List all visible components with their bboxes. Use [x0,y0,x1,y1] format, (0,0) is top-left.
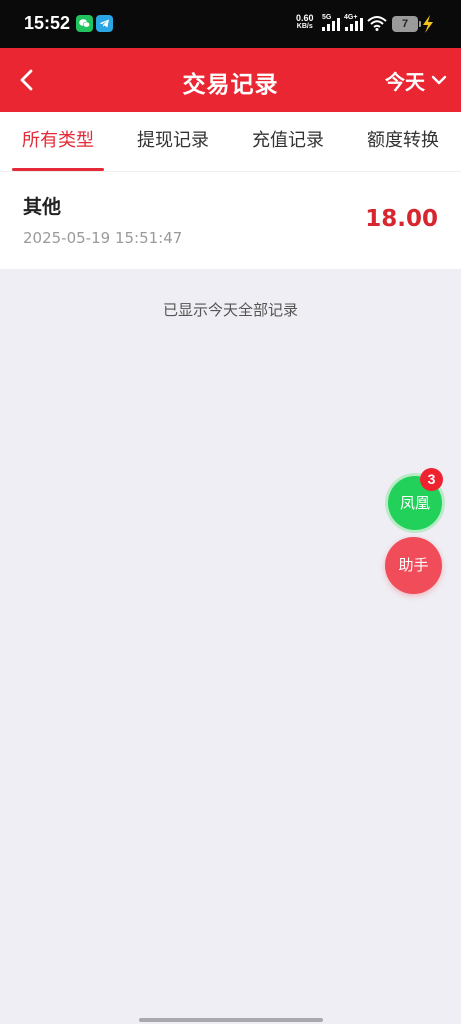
tab-deposit-records[interactable]: 充值记录 [242,112,334,172]
tab-quota-transfer[interactable]: 额度转换 [357,112,449,172]
status-bar: 15:52 0.60 KB/s 5G 4G+ 7 [0,0,461,48]
status-time: 15:52 [24,13,71,33]
record-type-tabs: 所有类型 提现记录 充值记录 额度转换 [0,112,461,172]
network-speed: 0.60 KB/s [296,14,314,31]
signal-icon [322,18,340,31]
tab-all-types[interactable]: 所有类型 [12,112,104,172]
date-filter-label: 今天 [385,69,425,94]
list-item[interactable]: 其他 2025-05-19 15:51:47 18.00 [0,172,461,269]
network-speed-value: 0.60 [296,13,314,23]
notification-badge: 3 [420,468,443,491]
date-filter-dropdown[interactable]: 今天 [385,66,447,94]
app-header: 交易记录 今天 [0,48,461,112]
record-time: 2025-05-19 15:51:47 [23,229,183,247]
transaction-records-page: 15:52 0.60 KB/s 5G 4G+ 7 交易记录 今天 所有类型 提现… [0,0,461,1024]
battery-icon: 7 [392,16,421,32]
charging-bolt-icon [423,15,433,33]
tab-withdrawal-records[interactable]: 提现记录 [127,112,219,172]
home-indicator[interactable] [139,1018,323,1022]
wechat-icon [76,15,93,32]
chevron-down-icon [431,75,447,85]
signal-icon-2 [345,18,363,31]
assistant-floating-button[interactable]: 助手 [385,537,442,594]
active-tab-indicator [12,168,104,171]
telegram-icon [96,15,113,32]
network-speed-unit: KB/s [296,23,313,30]
wifi-icon [367,16,387,31]
record-type: 其他 [23,196,62,218]
record-amount: 18.00 [365,206,438,232]
end-of-list-note: 已显示今天全部记录 [162,301,298,319]
